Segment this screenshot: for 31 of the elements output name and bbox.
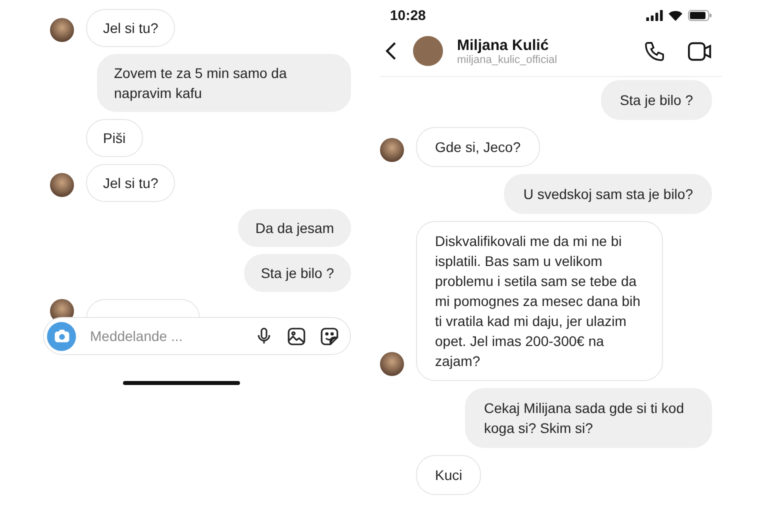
received-message: Gde si, Jeco? xyxy=(416,127,540,167)
video-call-icon[interactable] xyxy=(688,40,712,62)
sticker-icon[interactable] xyxy=(319,326,340,346)
image-icon[interactable] xyxy=(286,326,307,346)
contact-username: miljana_kulic_official xyxy=(457,54,558,66)
sent-message: U svedskoj sam sta je bilo? xyxy=(504,174,712,214)
sent-message: Da da jesam xyxy=(238,209,351,247)
received-message: Kuci xyxy=(416,455,482,495)
battery-icon xyxy=(688,10,712,20)
avatar xyxy=(50,173,74,197)
camera-button[interactable] xyxy=(47,322,76,350)
received-message: Jel si tu? xyxy=(86,9,176,47)
received-message: Diskvalifikovali me da mi ne bi isplatili. Bas sam u velikom problemu i setila sam se tebe da mi pomognes za mesec dana bih ti vratila kad mi daju, jer ulazim opet. Jel imas 200-300€ na zajam? xyxy=(416,221,663,381)
avatar xyxy=(380,352,404,376)
sent-message: Sta je bilo ? xyxy=(244,254,351,292)
phone-icon[interactable] xyxy=(643,40,666,62)
contact-name: Miljana Kulić xyxy=(457,36,550,54)
avatar xyxy=(413,36,443,66)
received-message: Piši xyxy=(86,119,143,157)
wifi-icon xyxy=(668,10,683,20)
sent-message: Sta je bilo ? xyxy=(600,80,712,120)
avatar xyxy=(50,18,74,42)
sent-message: Zovem te za 5 min samo da napravim kafu xyxy=(97,54,351,112)
received-message: Jel si tu? xyxy=(86,164,176,202)
back-icon[interactable] xyxy=(385,41,397,61)
signal-icon xyxy=(646,10,663,20)
message-input[interactable]: Meddelande ... xyxy=(88,327,242,345)
status-time: 10:28 xyxy=(390,7,426,23)
camera-icon xyxy=(52,327,70,345)
sent-message: Cekaj Milijana sada gde si ti kod koga si? Skim si? xyxy=(465,388,712,448)
avatar xyxy=(380,138,404,162)
